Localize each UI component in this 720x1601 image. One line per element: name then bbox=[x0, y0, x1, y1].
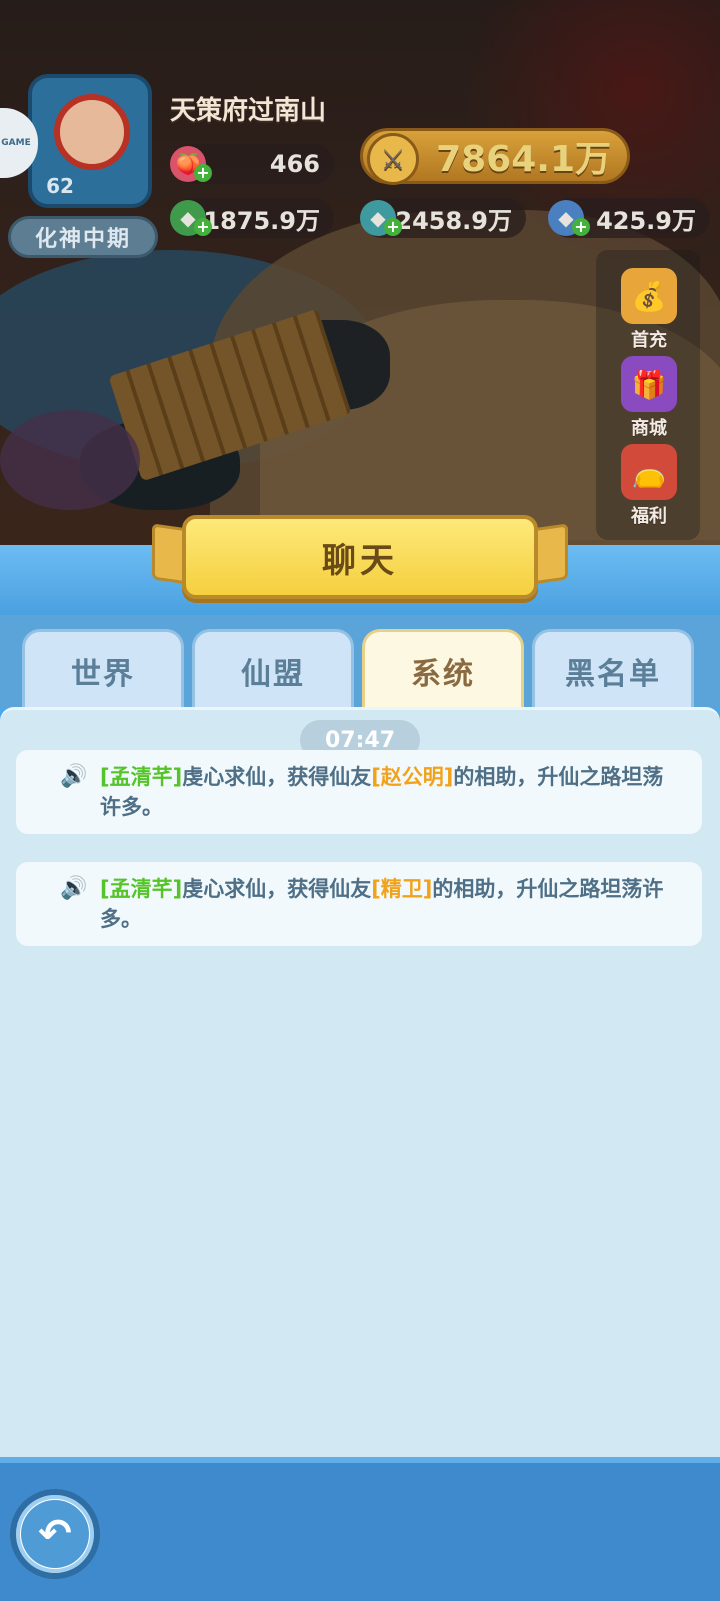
plus-icon[interactable]: + bbox=[384, 218, 402, 236]
combat-power: ⚔ 7864.1万 bbox=[360, 128, 630, 185]
resource-teal-value: 2458.9万 bbox=[395, 206, 512, 235]
resource-green[interactable]: ◆ + 1875.9万 bbox=[170, 198, 334, 238]
menu-welfare[interactable]: 👝 福利 bbox=[604, 444, 694, 532]
system-message: 🔊 [孟清芊]虔心求仙，获得仙友[精卫]的相助，升仙之路坦荡许多。 bbox=[16, 862, 702, 946]
system-message: 🔊 [孟清芊]虔心求仙，获得仙友[赵公明]的相助，升仙之路坦荡许多。 bbox=[16, 750, 702, 834]
title-banner: 聊天 bbox=[182, 515, 538, 599]
menu-label: 福利 bbox=[631, 506, 667, 527]
stamina-value: 466 bbox=[269, 150, 320, 178]
menu-shop[interactable]: 🎁 商城 bbox=[604, 356, 694, 444]
side-badge-label: GAME bbox=[1, 138, 31, 148]
speaker-icon: 🔊 bbox=[60, 764, 88, 789]
resource-teal[interactable]: ◆ + 2458.9万 bbox=[360, 198, 526, 238]
bottom-bar: ↶ bbox=[0, 1457, 720, 1601]
message-friend-name[interactable]: [赵公明] bbox=[371, 765, 453, 789]
back-button[interactable]: ↶ bbox=[10, 1489, 100, 1579]
right-menu: 💰 首充 🎁 商城 👝 福利 bbox=[596, 250, 700, 540]
tab-blacklist[interactable]: 黑名单 bbox=[532, 629, 694, 709]
menu-label: 首充 bbox=[631, 330, 667, 351]
resource-green-value: 1875.9万 bbox=[203, 206, 320, 235]
message-friend-name[interactable]: [精卫] bbox=[371, 877, 432, 901]
player-avatar[interactable]: 62 bbox=[28, 74, 152, 208]
plus-icon[interactable]: + bbox=[572, 218, 590, 236]
welfare-bag-icon: 👝 bbox=[621, 444, 677, 500]
first-recharge-icon: 💰 bbox=[621, 268, 677, 324]
player-name: 天策府过南山 bbox=[170, 96, 327, 126]
message-list[interactable]: 07:47 🔊 [孟清芊]虔心求仙，获得仙友[赵公明]的相助，升仙之路坦荡许多。… bbox=[0, 707, 720, 1457]
message-player-name[interactable]: [孟清芊] bbox=[100, 877, 182, 901]
chat-panel: 聊天 世界 仙盟 系统 黑名单 07:47 🔊 [孟清芊]虔心求仙，获得仙友[赵… bbox=[0, 515, 720, 1601]
tab-system[interactable]: 系统 bbox=[362, 629, 524, 709]
combat-power-value: 7864.1万 bbox=[436, 139, 611, 180]
avatar-portrait bbox=[54, 94, 130, 170]
speaker-icon: 🔊 bbox=[60, 876, 88, 901]
plus-icon[interactable]: + bbox=[194, 218, 212, 236]
resource-blue[interactable]: ◆ + 425.9万 bbox=[548, 198, 710, 238]
message-player-name[interactable]: [孟清芊] bbox=[100, 765, 182, 789]
tab-world[interactable]: 世界 bbox=[22, 629, 184, 709]
chat-title-plaque: 聊天 bbox=[152, 515, 568, 607]
menu-first-recharge[interactable]: 💰 首充 bbox=[604, 268, 694, 356]
tab-alliance[interactable]: 仙盟 bbox=[192, 629, 354, 709]
plus-icon[interactable]: + bbox=[194, 164, 212, 182]
chat-title: 聊天 bbox=[322, 540, 398, 581]
chat-tabs: 世界 仙盟 系统 黑名单 bbox=[0, 615, 720, 709]
stamina-counter[interactable]: 🍑 + 466 bbox=[170, 144, 334, 184]
message-text: 虔心求仙，获得仙友 bbox=[182, 877, 372, 901]
message-text: 虔心求仙，获得仙友 bbox=[182, 765, 372, 789]
crossed-swords-icon: ⚔ bbox=[367, 133, 419, 185]
back-arrow-icon: ↶ bbox=[21, 1500, 89, 1568]
gift-box-icon: 🎁 bbox=[621, 356, 677, 412]
resource-blue-value: 425.9万 bbox=[596, 206, 696, 235]
menu-label: 商城 bbox=[631, 418, 667, 439]
player-level: 62 bbox=[46, 174, 74, 198]
realm-badge: 化神中期 bbox=[8, 216, 158, 258]
game-scene: 62 GAME 化神中期 天策府过南山 🍑 + 466 ⚔ 7864.1万 ◆ … bbox=[0, 0, 720, 545]
